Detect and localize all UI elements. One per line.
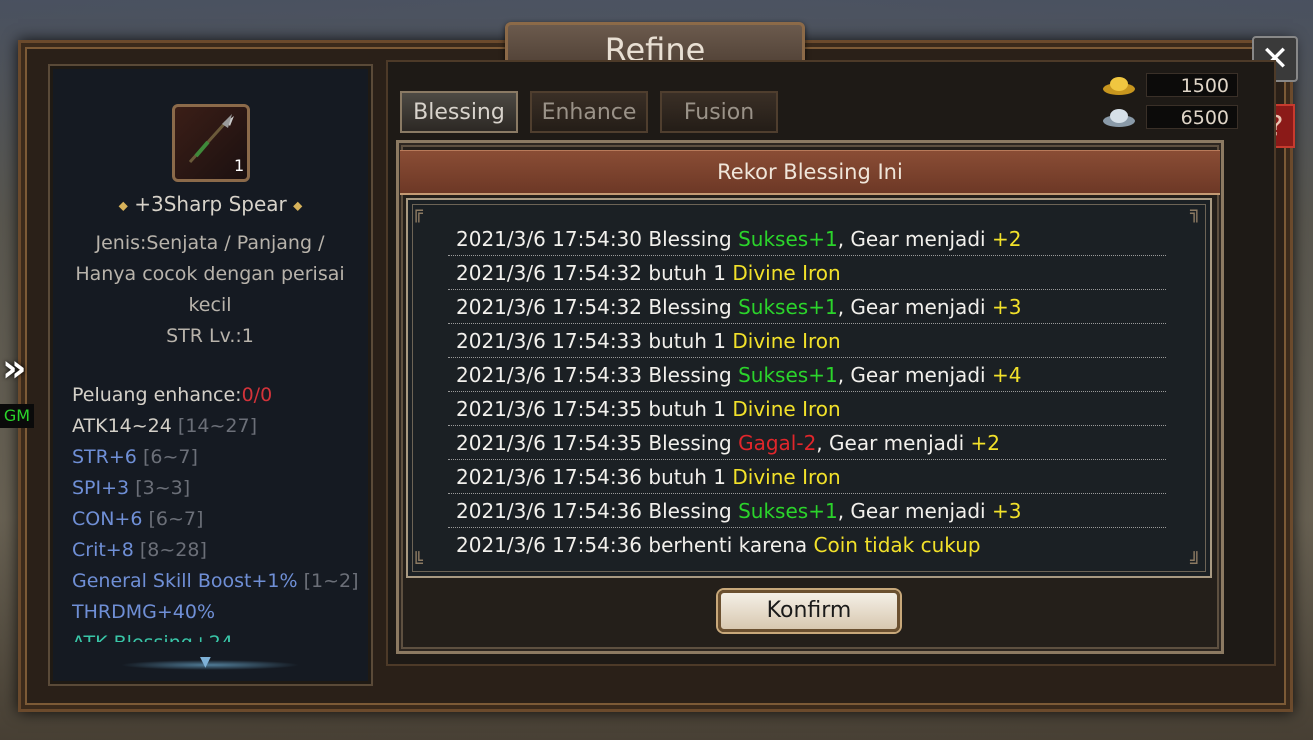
expand-arrow-icon[interactable]: »: [2, 346, 27, 390]
diamond-icon: ◆: [293, 198, 303, 213]
log-time: 2021/3/6 17:54:36: [456, 465, 643, 489]
gold-amount: 1500: [1146, 73, 1238, 97]
log-text: , Gear menjadi: [837, 227, 992, 251]
log-text: , Gear menjadi: [837, 363, 992, 387]
log-text: Blessing: [642, 363, 739, 387]
refine-tabs: Blessing Enhance Fusion: [400, 91, 778, 133]
log-text: Blessing: [642, 499, 739, 523]
log-value: +3: [991, 295, 1022, 319]
stat-spi: SPI+3 [3~3]: [72, 477, 191, 499]
tab-fusion[interactable]: Fusion: [660, 91, 778, 133]
log-text: Blessing: [642, 295, 739, 319]
log-value: +4: [991, 363, 1022, 387]
log-text: , Gear menjadi: [816, 431, 971, 455]
blessing-log-list[interactable]: 2021/3/6 17:54:30 Blessing Sukses+1, Gea…: [448, 222, 1166, 564]
stat-con: CON+6 [6~7]: [72, 508, 204, 530]
log-time: 2021/3/6 17:54:36: [456, 499, 643, 523]
gold-ingot-icon: [1103, 77, 1135, 95]
log-value: +2: [991, 227, 1022, 251]
item-desc-line: Hanya cocok dengan perisai: [75, 263, 345, 285]
log-text: butuh 1: [642, 397, 733, 421]
stat-thrdmg: THRDMG+40%: [72, 601, 215, 623]
log-row: 2021/3/6 17:54:36 Blessing Sukses+1, Gea…: [448, 494, 1166, 528]
item-desc-line: STR Lv.:1: [166, 325, 254, 347]
gold-currency: 1500: [1102, 72, 1238, 98]
log-value: Divine Iron: [732, 261, 841, 285]
log-row: 2021/3/6 17:54:35 Blessing Gagal-2, Gear…: [448, 426, 1166, 460]
tab-blessing[interactable]: Blessing: [400, 91, 518, 133]
log-row: 2021/3/6 17:54:36 berhenti karena Coin t…: [448, 528, 1166, 562]
item-desc-line: kecil: [188, 294, 232, 316]
dialog-title: Rekor Blessing Ini: [400, 150, 1220, 195]
item-name: ◆ +3Sharp Spear ◆: [48, 192, 373, 216]
corner-ornament-icon: ╗: [1190, 202, 1201, 223]
diamond-icon: ◆: [118, 198, 128, 213]
log-row: 2021/3/6 17:54:30 Blessing Sukses+1, Gea…: [448, 222, 1166, 256]
log-text: butuh 1: [642, 261, 733, 285]
stat-atk: ATK14~24 [14~27]: [72, 415, 258, 437]
log-status: Sukses+1: [738, 227, 838, 251]
log-time: 2021/3/6 17:54:35: [456, 431, 643, 455]
log-value: Divine Iron: [732, 465, 841, 489]
log-row: 2021/3/6 17:54:32 butuh 1 Divine Iron: [448, 256, 1166, 290]
log-value: +3: [991, 499, 1022, 523]
item-name-text: +3Sharp Spear: [134, 192, 287, 216]
log-text: , Gear menjadi: [837, 295, 992, 319]
log-time: 2021/3/6 17:54:36: [456, 533, 643, 557]
item-count: 1: [234, 156, 245, 175]
scroll-down-icon[interactable]: ▼: [200, 654, 211, 670]
corner-ornament-icon: ╝: [1190, 552, 1201, 573]
silver-amount: 6500: [1146, 105, 1238, 129]
log-row: 2021/3/6 17:54:33 butuh 1 Divine Iron: [448, 324, 1166, 358]
item-stats-list[interactable]: Peluang enhance:0/0 ATK14~24 [14~27] STR…: [72, 380, 368, 642]
tab-enhance[interactable]: Enhance: [530, 91, 648, 133]
log-status: Sukses+1: [738, 295, 838, 319]
log-time: 2021/3/6 17:54:32: [456, 261, 643, 285]
log-row: 2021/3/6 17:54:33 Blessing Sukses+1, Gea…: [448, 358, 1166, 392]
gm-tag[interactable]: GM: [0, 404, 34, 428]
log-row: 2021/3/6 17:54:32 Blessing Sukses+1, Gea…: [448, 290, 1166, 324]
log-time: 2021/3/6 17:54:32: [456, 295, 643, 319]
log-status: Sukses+1: [738, 363, 838, 387]
stat-str: STR+6 [6~7]: [72, 446, 198, 468]
log-row: 2021/3/6 17:54:35 butuh 1 Divine Iron: [448, 392, 1166, 426]
log-time: 2021/3/6 17:54:33: [456, 329, 643, 353]
log-text: Blessing: [642, 227, 739, 251]
corner-ornament-icon: ╚: [412, 552, 423, 573]
log-status: Gagal-2: [738, 431, 817, 455]
log-value: Divine Iron: [732, 329, 841, 353]
stat-crit: Crit+8 [8~28]: [72, 539, 207, 561]
log-text: Blessing: [642, 431, 739, 455]
item-desc-line: Jenis:Senjata / Panjang /: [95, 232, 325, 254]
stat-enhance-chance: Peluang enhance:0/0: [72, 384, 273, 406]
spear-icon: [188, 114, 234, 164]
log-text: berhenti karena: [642, 533, 814, 557]
item-description: Jenis:Senjata / Panjang / Hanya cocok de…: [60, 228, 360, 352]
log-time: 2021/3/6 17:54:35: [456, 397, 643, 421]
silver-ingot-icon: [1103, 109, 1135, 127]
log-status: Sukses+1: [738, 499, 838, 523]
log-value: +2: [970, 431, 1001, 455]
confirm-button[interactable]: Konfirm: [718, 590, 900, 632]
log-value: Divine Iron: [732, 397, 841, 421]
stat-atk-blessing: ATK Blessing+24: [72, 628, 368, 642]
silver-currency: 6500: [1102, 104, 1238, 130]
log-text: butuh 1: [642, 329, 733, 353]
corner-ornament-icon: ╔: [412, 202, 423, 223]
log-text: butuh 1: [642, 465, 733, 489]
log-value: Coin tidak cukup: [813, 533, 981, 557]
log-text: , Gear menjadi: [837, 499, 992, 523]
log-row: 2021/3/6 17:54:36 butuh 1 Divine Iron: [448, 460, 1166, 494]
log-time: 2021/3/6 17:54:30: [456, 227, 643, 251]
log-time: 2021/3/6 17:54:33: [456, 363, 643, 387]
stat-general-skill-boost: General Skill Boost+1% [1~2]: [72, 570, 359, 592]
